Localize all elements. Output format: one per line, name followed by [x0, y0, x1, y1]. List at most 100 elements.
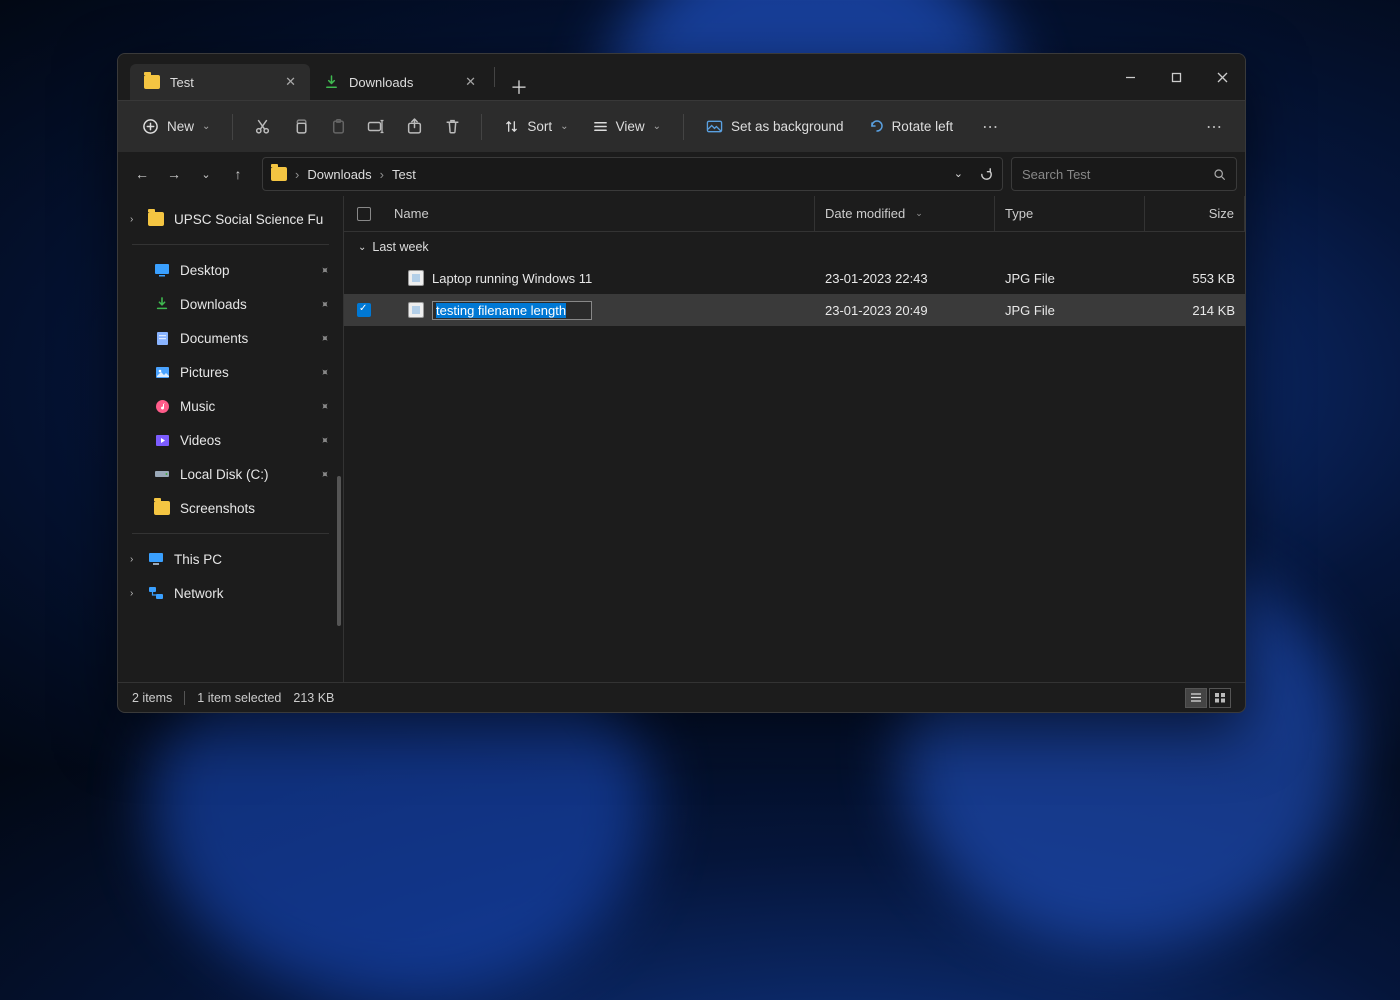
file-row[interactable]: Laptop running Windows 11 23-01-2023 22:… [344, 262, 1245, 294]
breadcrumb-downloads[interactable]: Downloads [307, 167, 371, 182]
pin-icon: ✦ [317, 364, 333, 380]
new-button[interactable]: New ⌄ [132, 112, 220, 141]
column-checkbox[interactable] [344, 196, 384, 231]
copy-button[interactable] [283, 110, 317, 144]
new-tab-button[interactable]: ＋ [499, 74, 539, 100]
view-toggle [1185, 688, 1231, 708]
expand-icon[interactable]: › [130, 554, 133, 565]
file-name-cell[interactable]: Laptop running Windows 11 [384, 270, 815, 286]
nav-buttons: ← → ⌄ ↑ [126, 158, 254, 190]
titlebar: Test ✕ Downloads ✕ ＋ [118, 54, 1245, 100]
column-type[interactable]: Type [995, 196, 1145, 231]
sort-indicator-icon: ⌄ [915, 208, 923, 219]
explorer-body: › UPSC Social Science Fu Desktop ✦ Downl… [118, 196, 1245, 682]
separator [481, 114, 482, 140]
breadcrumb-separator: › [380, 167, 384, 182]
group-header[interactable]: ⌄ Last week [344, 232, 1245, 262]
sidebar-item-local-disk[interactable]: Local Disk (C:) ✦ [118, 457, 343, 491]
close-tab-icon[interactable]: ✕ [285, 74, 296, 90]
file-name-cell[interactable] [384, 301, 815, 320]
desktop-icon [154, 262, 170, 278]
navigation-pane: › UPSC Social Science Fu Desktop ✦ Downl… [118, 196, 344, 682]
search-icon [1213, 168, 1226, 181]
divider [132, 533, 329, 534]
folder-icon [148, 212, 164, 226]
tab-strip: Test ✕ Downloads ✕ ＋ [118, 54, 1107, 100]
sidebar-item-upsc[interactable]: › UPSC Social Science Fu [118, 202, 343, 236]
tab-downloads[interactable]: Downloads ✕ [310, 64, 490, 100]
search-input[interactable] [1022, 167, 1213, 182]
sidebar-item-label: Desktop [180, 263, 230, 278]
sidebar-item-desktop[interactable]: Desktop ✦ [118, 253, 343, 287]
file-explorer-window: Test ✕ Downloads ✕ ＋ [117, 53, 1246, 713]
sidebar-item-documents[interactable]: Documents ✦ [118, 321, 343, 355]
thumbnails-view-button[interactable] [1209, 688, 1231, 708]
tab-test[interactable]: Test ✕ [130, 64, 310, 100]
more-inline-button[interactable]: ⋯ [973, 110, 1007, 144]
delete-button[interactable] [435, 110, 469, 144]
search-box[interactable] [1011, 157, 1237, 191]
sidebar-item-this-pc[interactable]: › This PC [118, 542, 343, 576]
sidebar-item-network[interactable]: › Network [118, 576, 343, 610]
download-icon [154, 296, 170, 312]
expand-icon[interactable]: › [130, 214, 133, 225]
image-file-icon [408, 302, 424, 318]
sidebar-item-music[interactable]: Music ✦ [118, 389, 343, 423]
breadcrumb-test[interactable]: Test [392, 167, 416, 182]
minimize-button[interactable] [1107, 54, 1153, 100]
rotate-left-button[interactable]: Rotate left [858, 113, 964, 141]
maximize-button[interactable] [1153, 54, 1199, 100]
refresh-button[interactable] [979, 167, 994, 182]
rename-input[interactable] [432, 301, 592, 320]
column-size[interactable]: Size [1145, 196, 1245, 231]
row-checkbox[interactable] [344, 303, 384, 317]
sidebar-item-label: Screenshots [180, 501, 255, 516]
address-dropdown-icon[interactable]: ⌄ [954, 167, 963, 182]
pin-icon: ✦ [317, 432, 333, 448]
file-type: JPG File [995, 303, 1145, 318]
download-icon [324, 75, 339, 90]
details-view-button[interactable] [1185, 688, 1207, 708]
more-overflow-button[interactable]: ⋯ [1197, 110, 1231, 144]
recent-locations-button[interactable]: ⌄ [190, 158, 222, 190]
file-name: Laptop running Windows 11 [432, 271, 592, 286]
network-icon [148, 585, 164, 601]
pin-icon: ✦ [317, 296, 333, 312]
status-selected-count: 1 item selected [197, 691, 281, 705]
expand-icon[interactable]: › [130, 588, 133, 599]
view-button[interactable]: View ⌄ [583, 113, 671, 140]
new-label: New [167, 119, 194, 134]
navigation-bar: ← → ⌄ ↑ › Downloads › Test ⌄ [118, 152, 1245, 196]
rotate-left-label: Rotate left [892, 119, 954, 134]
address-bar[interactable]: › Downloads › Test ⌄ [262, 157, 1003, 191]
image-file-icon [408, 270, 424, 286]
close-tab-icon[interactable]: ✕ [465, 74, 476, 90]
file-type: JPG File [995, 271, 1145, 286]
column-name[interactable]: Name [384, 196, 815, 231]
tab-label: Downloads [349, 75, 413, 90]
sidebar-item-videos[interactable]: Videos ✦ [118, 423, 343, 457]
view-label: View [616, 119, 645, 134]
select-all-checkbox[interactable] [357, 207, 371, 221]
folder-icon [271, 167, 287, 181]
set-background-button[interactable]: Set as background [696, 113, 854, 140]
cut-button[interactable] [245, 110, 279, 144]
paste-button[interactable] [321, 110, 355, 144]
sidebar-item-label: Local Disk (C:) [180, 467, 269, 482]
share-button[interactable] [397, 110, 431, 144]
sort-button[interactable]: Sort ⌄ [494, 113, 578, 140]
rename-button[interactable] [359, 110, 393, 144]
sidebar-item-downloads[interactable]: Downloads ✦ [118, 287, 343, 321]
sidebar-item-label: Documents [180, 331, 248, 346]
file-row[interactable]: 23-01-2023 20:49 JPG File 214 KB [344, 294, 1245, 326]
sidebar-item-pictures[interactable]: Pictures ✦ [118, 355, 343, 389]
close-window-button[interactable] [1199, 54, 1245, 100]
up-button[interactable]: ↑ [222, 158, 254, 190]
forward-button[interactable]: → [158, 158, 190, 190]
pc-icon [148, 551, 164, 567]
sidebar-item-screenshots[interactable]: Screenshots [118, 491, 343, 525]
sidebar-scrollbar[interactable] [337, 476, 341, 626]
column-date[interactable]: Date modified⌄ [815, 196, 995, 231]
file-date: 23-01-2023 22:43 [815, 271, 995, 286]
back-button[interactable]: ← [126, 158, 158, 190]
